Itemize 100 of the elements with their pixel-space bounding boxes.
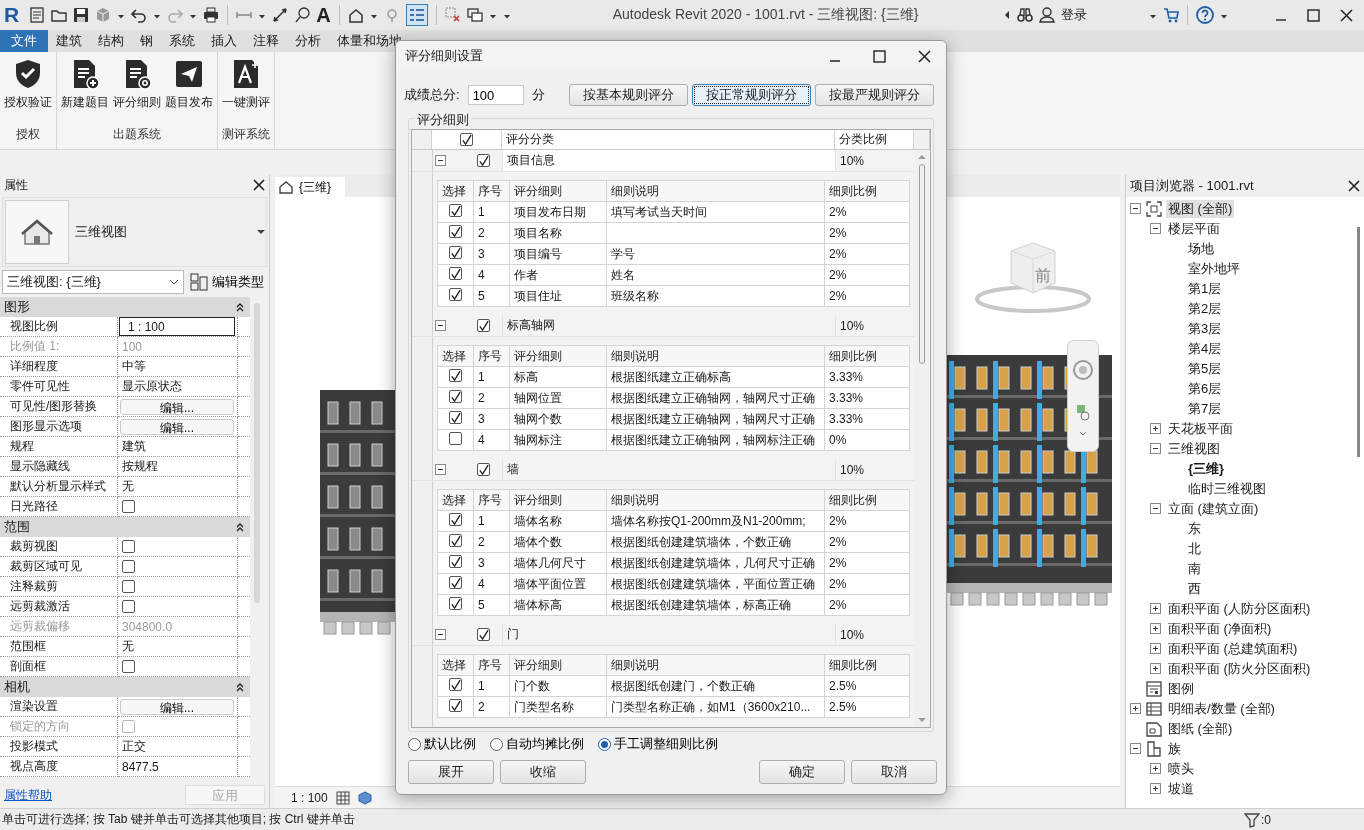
group-header[interactable]: 图形 xyxy=(0,297,250,317)
ribbon-tab[interactable]: 插入 xyxy=(203,30,245,52)
help-link[interactable]: 属性帮助 xyxy=(4,786,52,804)
navigation-bar-drawing[interactable] xyxy=(1067,340,1099,452)
checkbox[interactable] xyxy=(449,246,462,260)
collapse-icon[interactable] xyxy=(1130,743,1141,754)
dialog-button[interactable]: 收缩 xyxy=(500,760,586,784)
checkbox[interactable] xyxy=(460,133,473,146)
collapse-icon[interactable] xyxy=(435,155,446,166)
checkbox[interactable] xyxy=(449,288,462,302)
checkbox[interactable] xyxy=(476,319,490,332)
checkbox[interactable] xyxy=(122,540,135,553)
tree-item[interactable]: 三维视图 xyxy=(1166,440,1222,458)
tree-item[interactable]: 第3层 xyxy=(1186,320,1224,338)
tree-item[interactable]: 第7层 xyxy=(1186,400,1224,418)
hidden-elements-icon[interactable] xyxy=(444,7,461,23)
house-icon[interactable] xyxy=(347,7,364,23)
ribbon-tab[interactable]: 钢 xyxy=(132,30,161,52)
collapse-icon[interactable] xyxy=(236,521,244,533)
edit-button[interactable]: 编辑... xyxy=(120,698,234,715)
collapse-icon[interactable] xyxy=(435,629,446,640)
ribbon-tab[interactable]: 结构 xyxy=(90,30,132,52)
tree-item[interactable]: 喷头 xyxy=(1166,760,1196,778)
expand-icon[interactable] xyxy=(1150,643,1161,654)
collapse-icon[interactable] xyxy=(236,301,244,313)
checkbox[interactable] xyxy=(449,225,462,239)
checkbox[interactable] xyxy=(449,204,462,218)
document-icon[interactable] xyxy=(29,7,46,23)
close-icon[interactable] xyxy=(1348,180,1360,192)
tree-item[interactable]: 视图 (全部) xyxy=(1166,200,1235,218)
tree-item[interactable]: 室外地坪 xyxy=(1186,260,1242,278)
checkbox[interactable] xyxy=(476,154,490,167)
category-name[interactable]: 标高轴网 xyxy=(502,315,835,336)
text-tool[interactable]: A xyxy=(316,3,331,27)
checkbox[interactable] xyxy=(449,432,462,445)
checkbox[interactable] xyxy=(122,660,135,673)
tree-item[interactable]: 西 xyxy=(1186,580,1203,598)
ribbon-button[interactable]: 新建题目 xyxy=(59,58,111,122)
scroll-thumb[interactable] xyxy=(919,164,925,364)
checkbox[interactable] xyxy=(449,555,462,569)
ribbon-button[interactable]: 评分细则 xyxy=(111,58,163,122)
ribbon-tab[interactable]: 系统 xyxy=(161,30,203,52)
cart-icon[interactable] xyxy=(1163,7,1179,23)
checkbox[interactable] xyxy=(122,600,135,613)
group-header[interactable]: 范围 xyxy=(0,517,250,537)
checkbox[interactable] xyxy=(122,500,135,513)
view-scale[interactable]: 1 : 100 xyxy=(291,790,328,805)
collapse-icon[interactable] xyxy=(1150,503,1161,514)
tree-item[interactable]: 明细表/数量 (全部) xyxy=(1166,700,1277,718)
ribbon-tab[interactable]: 建筑 xyxy=(48,30,90,52)
app-logo[interactable]: R xyxy=(4,3,20,27)
close-icon[interactable] xyxy=(917,48,932,64)
tree-item[interactable]: 第2层 xyxy=(1186,300,1224,318)
close-icon[interactable] xyxy=(253,179,265,191)
tree-item[interactable]: 面积平面 (防火分区面积) xyxy=(1166,660,1313,678)
category-name[interactable]: 墙 xyxy=(502,459,835,480)
tree-item[interactable]: 面积平面 (总建筑面积) xyxy=(1166,640,1300,658)
tree-item[interactable]: 楼层平面 xyxy=(1166,220,1222,238)
dialog-button[interactable]: 确定 xyxy=(759,760,845,784)
checkbox[interactable] xyxy=(122,580,135,593)
save-icon[interactable] xyxy=(73,7,90,23)
checkbox[interactable] xyxy=(449,576,462,590)
checkbox[interactable] xyxy=(122,560,135,573)
tree-item[interactable]: 北 xyxy=(1186,540,1203,558)
expand-icon[interactable] xyxy=(1150,663,1161,674)
radio-option[interactable]: 手工调整细则比例 xyxy=(598,735,718,753)
tree-item[interactable]: 南 xyxy=(1186,560,1203,578)
checkbox[interactable] xyxy=(449,699,462,713)
checkbox[interactable] xyxy=(449,411,462,425)
tree-item[interactable]: 天花板平面 xyxy=(1166,420,1235,438)
collapse-icon[interactable] xyxy=(435,464,446,475)
dimension-icon[interactable] xyxy=(272,7,289,23)
help-icon[interactable] xyxy=(1196,6,1214,24)
edit-type-button[interactable]: 编辑类型 xyxy=(190,273,264,291)
collapse-icon[interactable] xyxy=(1130,203,1141,214)
binoculars-icon[interactable] xyxy=(1017,7,1033,23)
tree-item[interactable]: 第4层 xyxy=(1186,340,1224,358)
value-field[interactable]: 1 : 100 xyxy=(119,317,235,336)
tree-item[interactable]: 场地 xyxy=(1186,240,1216,258)
tree-item[interactable]: {三维} xyxy=(1186,460,1227,478)
visual-style-icon[interactable] xyxy=(357,790,372,805)
login-link[interactable]: 登录 xyxy=(1061,6,1087,24)
checkbox[interactable] xyxy=(449,597,462,611)
tree-item[interactable]: 第6层 xyxy=(1186,380,1224,398)
tree-item[interactable]: 族 xyxy=(1166,740,1183,758)
checkbox[interactable] xyxy=(449,267,462,281)
detail-level-icon[interactable] xyxy=(335,790,350,805)
file-menu-tab[interactable]: 文件 xyxy=(0,30,48,52)
open-folder-icon[interactable] xyxy=(51,7,68,23)
chevron-down-icon[interactable] xyxy=(169,278,179,286)
category-name[interactable]: 项目信息 xyxy=(502,150,835,171)
undo-icon[interactable] xyxy=(131,7,148,23)
scoring-mode-button[interactable]: 按基本规则评分 xyxy=(568,84,688,106)
ribbon-tab[interactable]: 分析 xyxy=(287,30,329,52)
tree-item[interactable]: 面积平面 (净面积) xyxy=(1166,620,1274,638)
radio-option[interactable]: 默认比例 xyxy=(408,735,476,753)
ribbon-button[interactable]: 题目发布 xyxy=(163,58,215,122)
expand-icon[interactable] xyxy=(1130,703,1141,714)
checkbox[interactable] xyxy=(449,513,462,527)
view-selector[interactable]: 三维视图: {三维} xyxy=(2,270,184,294)
